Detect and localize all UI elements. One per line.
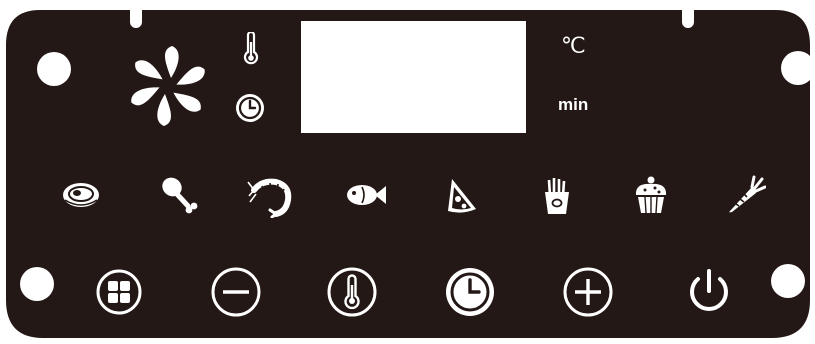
menu-grid-icon [96, 269, 142, 315]
lcd-display [301, 21, 526, 133]
fan-icon [120, 43, 216, 129]
decrease-button[interactable] [210, 266, 262, 318]
clock-icon [234, 92, 266, 124]
power-button[interactable] [682, 264, 736, 318]
increase-button[interactable] [562, 266, 614, 318]
menu-button[interactable] [95, 268, 143, 316]
thermometer-icon [243, 32, 259, 66]
carrot-icon[interactable] [726, 175, 766, 215]
time-unit: min [558, 95, 589, 114]
minus-icon [211, 267, 261, 317]
clock-icon [446, 268, 494, 316]
fish-icon[interactable] [344, 182, 388, 208]
mounting-hole-top-left [37, 52, 71, 86]
timer-button[interactable] [443, 265, 497, 319]
mounting-hole-bottom-left [20, 267, 54, 301]
steak-icon[interactable] [61, 180, 101, 210]
mounting-hole-bottom-right [771, 264, 805, 298]
chicken-leg-icon[interactable] [160, 176, 198, 216]
mounting-hole-top-right [781, 51, 815, 85]
pizza-icon[interactable] [444, 177, 478, 215]
cupcake-icon[interactable] [633, 175, 669, 215]
shrimp-icon[interactable] [246, 176, 294, 218]
thermometer-icon [327, 267, 377, 317]
control-panel: ℃ min [0, 0, 815, 344]
power-icon [690, 269, 728, 311]
fries-icon[interactable] [542, 176, 572, 216]
temperature-button[interactable] [326, 266, 378, 318]
plus-icon [563, 267, 613, 317]
temperature-unit: ℃ [561, 33, 586, 58]
